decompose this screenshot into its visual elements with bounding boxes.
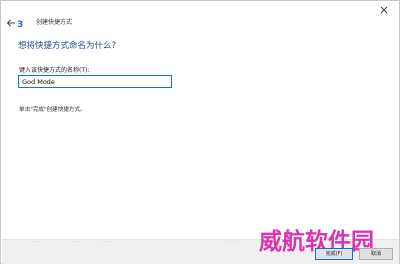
shortcut-app-icon: 3 xyxy=(17,20,24,30)
close-icon xyxy=(380,6,388,14)
close-button[interactable] xyxy=(377,1,391,14)
shortcut-name-input[interactable] xyxy=(18,75,172,88)
page-heading: 想将快捷方式命名为什么? xyxy=(18,41,117,51)
faint-divider xyxy=(31,241,41,242)
faint-divider xyxy=(226,241,238,242)
finish-hint-text: 单击"完成"创建快捷方式。 xyxy=(19,107,86,113)
faint-divider xyxy=(71,241,79,242)
shortcut-name-label: 键入该快捷方式的名称(T): xyxy=(19,67,90,74)
arrow-left-icon xyxy=(6,19,15,27)
create-shortcut-dialog: 3 创建快捷方式 想将快捷方式命名为什么? 键入该快捷方式的名称(T): 单击"… xyxy=(0,0,400,264)
back-button[interactable] xyxy=(5,14,17,27)
finish-button[interactable]: 完成(F) xyxy=(315,248,353,260)
cancel-button[interactable]: 取消 xyxy=(359,248,393,260)
faint-divider xyxy=(101,241,111,242)
window-title: 创建快捷方式 xyxy=(36,19,73,26)
